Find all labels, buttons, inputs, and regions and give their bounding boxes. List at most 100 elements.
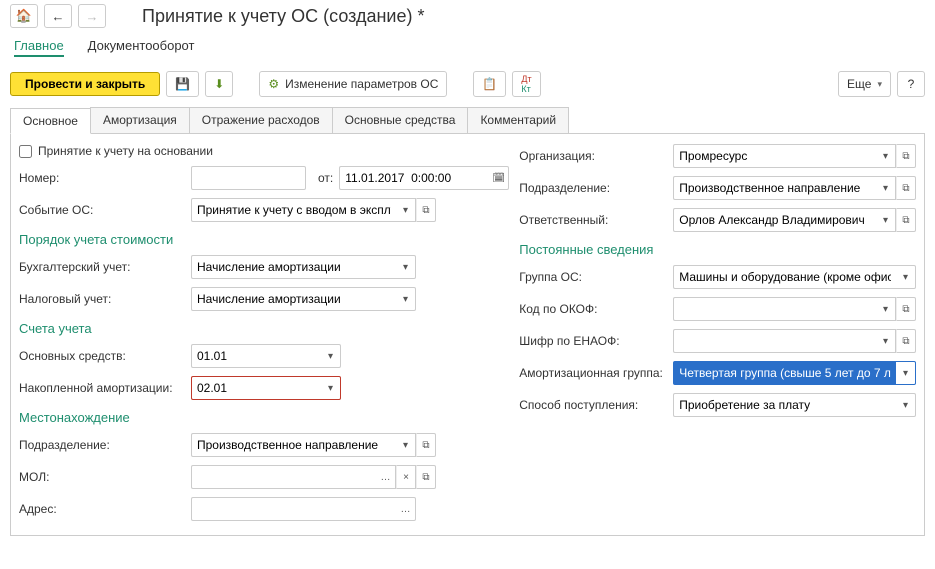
calendar-icon[interactable]: 🗓: [489, 166, 509, 190]
open-icon[interactable]: ⧉: [416, 433, 436, 457]
chevron-down-icon[interactable]: ▾: [876, 329, 896, 353]
division-input[interactable]: [191, 433, 396, 457]
page-title: Принятие к учету ОС (создание) *: [142, 6, 425, 27]
number-label: Номер:: [19, 171, 187, 185]
home-button[interactable]: 🏠: [10, 4, 38, 28]
address-input[interactable]: [191, 497, 396, 521]
open-icon[interactable]: ⧉: [896, 329, 916, 353]
amort-group-combo: ▾: [673, 361, 916, 385]
group-combo: ▾: [673, 265, 916, 289]
chevron-down-icon[interactable]: ▾: [896, 393, 916, 417]
on-basis-checkbox[interactable]: [19, 145, 32, 158]
const-header: Постоянные сведения: [519, 240, 916, 257]
tab-main-top[interactable]: Главное: [14, 38, 64, 57]
acc-fixed-input[interactable]: [191, 344, 321, 368]
chevron-down-icon[interactable]: ▾: [396, 255, 416, 279]
tab-amortization[interactable]: Амортизация: [90, 107, 190, 133]
help-label: ?: [908, 77, 915, 91]
amort-group-input[interactable]: [673, 361, 896, 385]
tab-fixed-assets[interactable]: Основные средства: [332, 107, 469, 133]
okof-input[interactable]: [673, 297, 876, 321]
form-body: Принятие к учету на основании Номер: от:…: [10, 134, 925, 536]
chevron-down-icon[interactable]: ▾: [396, 287, 416, 311]
chevron-down-icon[interactable]: ▾: [321, 344, 341, 368]
save-button[interactable]: 💾: [166, 71, 199, 97]
div-right-combo: ▾ ⧉: [673, 176, 916, 200]
toolbar: Провести и закрыть 💾 ⬇ ⚙ Изменение парам…: [0, 67, 935, 107]
change-params-label: Изменение параметров ОС: [285, 77, 438, 91]
chevron-down-icon[interactable]: ▾: [321, 376, 341, 400]
tax-input[interactable]: [191, 287, 396, 311]
mol-input[interactable]: [191, 465, 376, 489]
date-input[interactable]: [339, 166, 489, 190]
event-input[interactable]: [191, 198, 396, 222]
org-input[interactable]: [673, 144, 876, 168]
open-icon[interactable]: ⧉: [896, 144, 916, 168]
tab-comment[interactable]: Комментарий: [467, 107, 569, 133]
mol-label: МОЛ:: [19, 470, 187, 484]
post-button[interactable]: ⬇: [205, 71, 233, 97]
chevron-down-icon[interactable]: ▾: [896, 361, 916, 385]
address-label: Адрес:: [19, 502, 187, 516]
gear-icon: ⚙: [268, 77, 279, 91]
on-basis-checkbox-group[interactable]: Принятие к учету на основании: [19, 144, 509, 158]
back-button[interactable]: ←: [44, 4, 72, 28]
form-tabs: Основное Амортизация Отражение расходов …: [10, 107, 925, 134]
acc-depr-label: Накопленной амортизации:: [19, 381, 187, 395]
open-icon[interactable]: ⧉: [896, 297, 916, 321]
buh-combo: ▾: [191, 255, 416, 279]
more-button[interactable]: Еще ▾: [838, 71, 891, 97]
org-label: Организация:: [519, 149, 669, 163]
group-input[interactable]: [673, 265, 896, 289]
report-icon: 📋: [482, 77, 497, 91]
receipt-input[interactable]: [673, 393, 896, 417]
enaof-input[interactable]: [673, 329, 876, 353]
org-combo: ▾ ⧉: [673, 144, 916, 168]
resp-combo: ▾ ⧉: [673, 208, 916, 232]
open-icon[interactable]: ⧉: [416, 465, 436, 489]
dtkt-button[interactable]: ДтКт: [512, 71, 540, 97]
nav-bar: 🏠 ← → Принятие к учету ОС (создание) *: [0, 0, 935, 32]
chevron-down-icon[interactable]: ▾: [876, 208, 896, 232]
chevron-down-icon[interactable]: ▾: [896, 265, 916, 289]
tab-main[interactable]: Основное: [10, 108, 91, 134]
enaof-combo: ▾ ⧉: [673, 329, 916, 353]
acc-depr-combo: ▾: [191, 376, 341, 400]
buh-label: Бухгалтерский учет:: [19, 260, 187, 274]
buh-input[interactable]: [191, 255, 396, 279]
form-area: Основное Амортизация Отражение расходов …: [10, 107, 925, 536]
div-right-label: Подразделение:: [519, 181, 669, 195]
chevron-down-icon[interactable]: ▾: [396, 198, 416, 222]
ellipsis-icon[interactable]: …: [396, 497, 416, 521]
div-right-input[interactable]: [673, 176, 876, 200]
number-input[interactable]: [191, 166, 306, 190]
clear-icon[interactable]: ×: [396, 465, 416, 489]
tab-docflow-top[interactable]: Документооборот: [88, 38, 195, 57]
open-icon[interactable]: ⧉: [896, 208, 916, 232]
post-and-close-button[interactable]: Провести и закрыть: [10, 72, 160, 96]
division-label: Подразделение:: [19, 438, 187, 452]
chevron-down-icon[interactable]: ▾: [876, 144, 896, 168]
change-params-button[interactable]: ⚙ Изменение параметров ОС: [259, 71, 447, 97]
okof-combo: ▾ ⧉: [673, 297, 916, 321]
date-input-group: 🗓: [339, 166, 509, 190]
save-icon: 💾: [175, 77, 190, 91]
resp-input[interactable]: [673, 208, 876, 232]
event-combo: ▾ ⧉: [191, 198, 436, 222]
acc-depr-input[interactable]: [191, 376, 321, 400]
acc-fixed-combo: ▾: [191, 344, 341, 368]
location-header: Местонахождение: [19, 408, 509, 425]
ellipsis-icon[interactable]: …: [376, 465, 396, 489]
open-icon[interactable]: ⧉: [416, 198, 436, 222]
report-button[interactable]: 📋: [473, 71, 506, 97]
open-icon[interactable]: ⧉: [896, 176, 916, 200]
accounts-header: Счета учета: [19, 319, 509, 336]
chevron-down-icon[interactable]: ▾: [876, 176, 896, 200]
division-combo: ▾ ⧉: [191, 433, 436, 457]
chevron-down-icon[interactable]: ▾: [396, 433, 416, 457]
from-label: от:: [318, 171, 333, 185]
right-column: Организация: ▾ ⧉ Подразделение: ▾ ⧉ Отве…: [519, 144, 916, 521]
chevron-down-icon[interactable]: ▾: [876, 297, 896, 321]
help-button[interactable]: ?: [897, 71, 925, 97]
tab-expenses[interactable]: Отражение расходов: [189, 107, 333, 133]
